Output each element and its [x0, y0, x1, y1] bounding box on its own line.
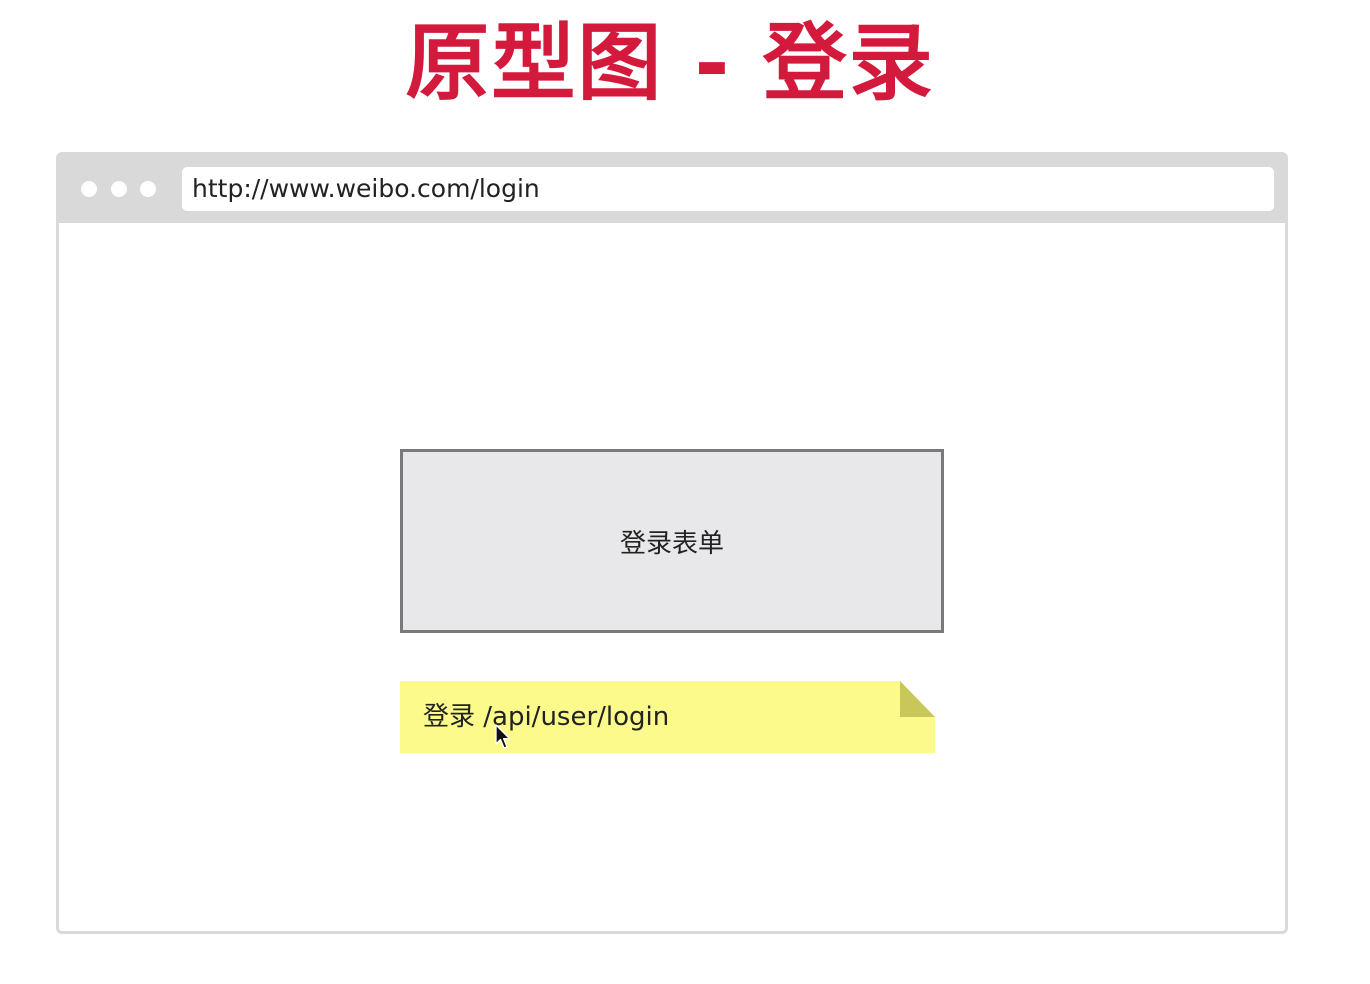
mouse-pointer-icon	[495, 724, 511, 749]
api-sticky-note: 登录 /api/user/login	[400, 681, 935, 753]
window-dot-icon[interactable]	[81, 181, 97, 197]
login-form-placeholder: 登录表单	[400, 449, 944, 633]
window-dot-icon[interactable]	[140, 181, 156, 197]
api-note-text: 登录 /api/user/login	[423, 702, 670, 732]
slide-title: 原型图 - 登录	[405, 14, 935, 112]
address-bar[interactable]: http://www.weibo.com/login	[182, 167, 1274, 211]
login-form-label: 登录表单	[619, 528, 724, 559]
window-dot-icon[interactable]	[111, 181, 127, 197]
browser-window: http://www.weibo.com/login 登录表单 登录 /api/…	[56, 152, 1288, 934]
browser-toolbar: http://www.weibo.com/login	[59, 155, 1285, 223]
sticky-note-fold	[900, 681, 935, 717]
slide-page: 原型图 - 登录 http://www.weibo.com/login 登录表单…	[0, 0, 1370, 984]
